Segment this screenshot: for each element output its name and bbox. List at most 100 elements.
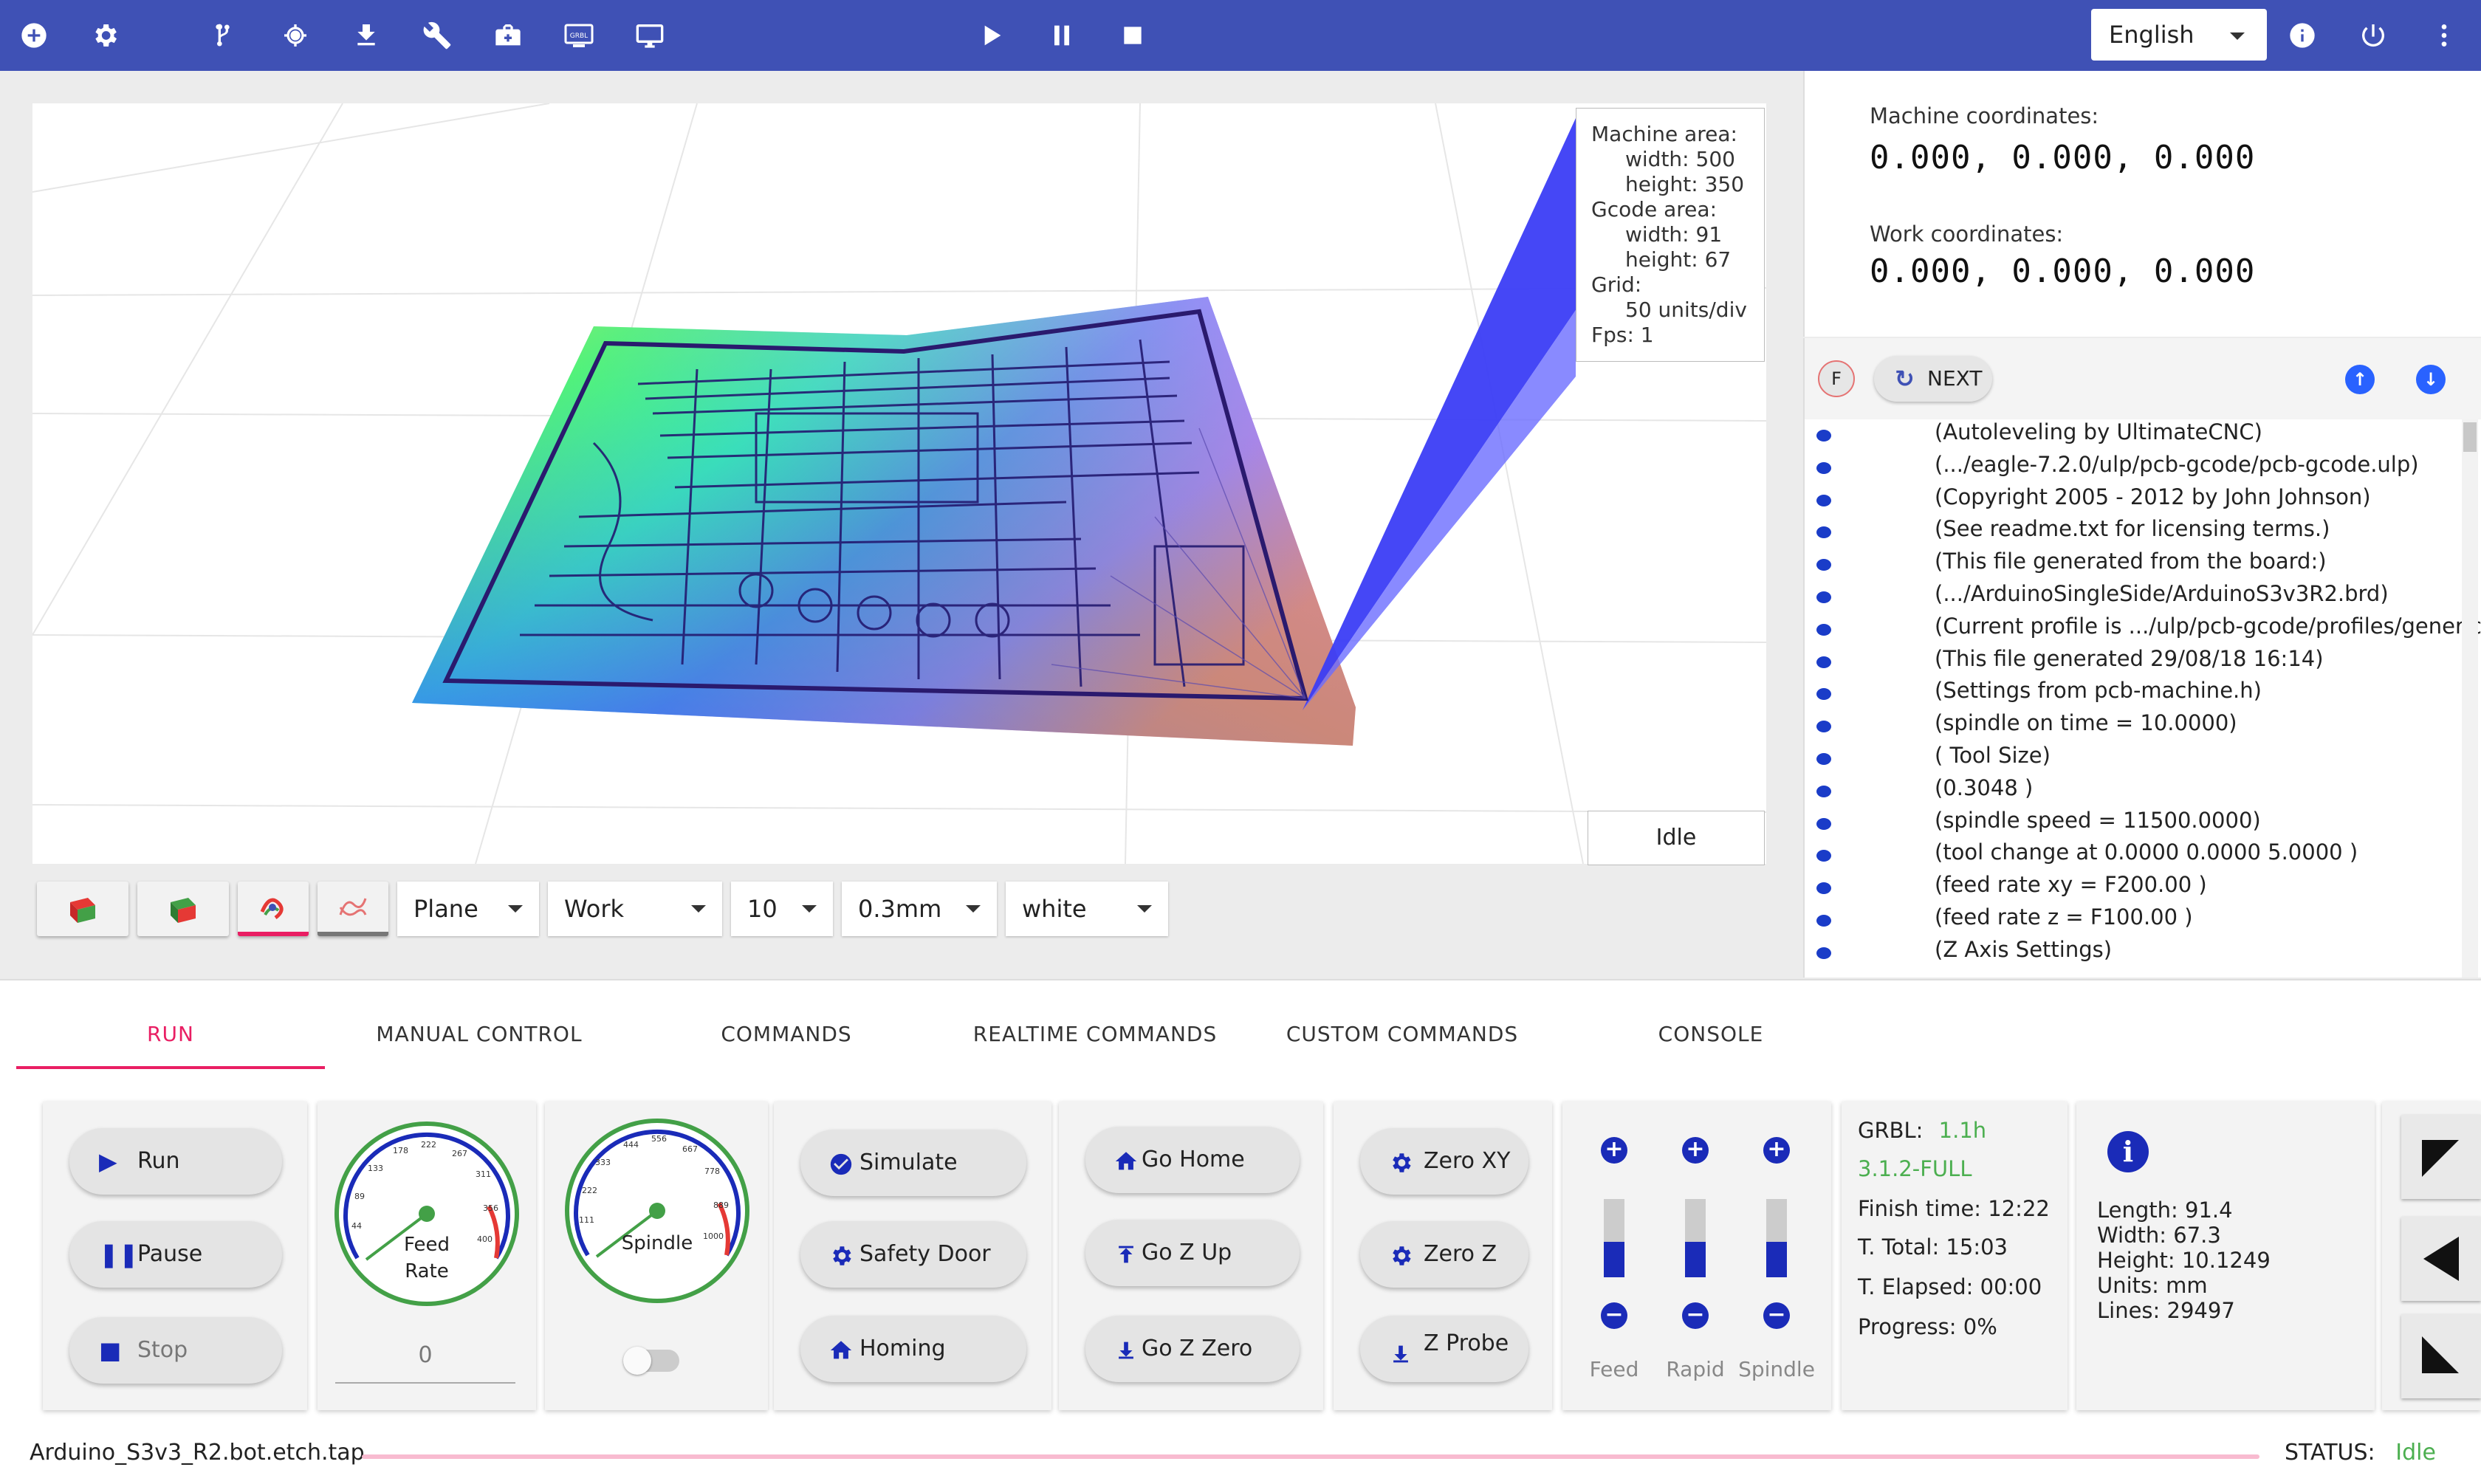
minus-icon[interactable]: − xyxy=(1682,1302,1709,1329)
gcode-line[interactable]: (Current profile is .../ulp/pcb-gcode/pr… xyxy=(1805,614,2481,646)
minus-icon[interactable]: − xyxy=(1601,1302,1627,1329)
z-probe-button[interactable]: Z Probe xyxy=(1360,1316,1528,1382)
gcode-line[interactable]: (See readme.txt for licensing terms.) xyxy=(1805,516,2481,549)
more-vert-icon[interactable] xyxy=(2426,18,2462,53)
plus-icon[interactable]: + xyxy=(1601,1137,1627,1164)
toggle-heightmap-button[interactable] xyxy=(238,882,309,936)
scrollbar-thumb[interactable] xyxy=(2463,422,2477,452)
gcode-line[interactable]: (spindle speed = 11500.0000) xyxy=(1805,808,2481,840)
gcode-line[interactable]: (tool change at 0.0000 0.0000 5.0000 ) xyxy=(1805,839,2481,872)
breakpoint-dot-icon[interactable] xyxy=(1816,850,1831,862)
gcode-line[interactable]: (feed rate xy = F200.00 ) xyxy=(1805,872,2481,904)
branch-icon[interactable] xyxy=(207,18,242,53)
gcode-line[interactable]: (Copyright 2005 - 2012 by John Johnson) xyxy=(1805,484,2481,517)
breakpoint-dot-icon[interactable] xyxy=(1816,430,1831,442)
breakpoint-dot-icon[interactable] xyxy=(1816,947,1831,959)
toggle-toolpath-button[interactable] xyxy=(318,882,388,936)
pause-button[interactable]: ❚❚ Pause xyxy=(69,1221,282,1288)
breakpoint-dot-icon[interactable] xyxy=(1816,623,1831,636)
go-home-button[interactable]: Go Home xyxy=(1085,1127,1300,1193)
gcode-scrollbar[interactable] xyxy=(2462,419,2478,978)
monitor-icon[interactable] xyxy=(632,18,668,53)
next-button[interactable]: ↻ NEXT xyxy=(1874,356,1992,402)
download-icon[interactable] xyxy=(349,18,384,53)
jog-left-button[interactable] xyxy=(2401,1217,2481,1301)
simulate-button[interactable]: Simulate xyxy=(800,1130,1026,1196)
tab-manual-control[interactable]: MANUAL CONTROL xyxy=(325,1022,634,1046)
gcode-line[interactable]: (Autoleveling by UltimateCNC) xyxy=(1805,419,2481,452)
stop-button[interactable]: ■ Stop xyxy=(69,1317,282,1384)
tab-console[interactable]: CONSOLE xyxy=(1557,1022,1865,1046)
gcode-3d-viewer[interactable] xyxy=(32,103,1766,864)
machine-coordinates-label: Machine coordinates: xyxy=(1870,103,2099,128)
zero-xy-button[interactable]: Zero XY xyxy=(1360,1128,1528,1195)
coordinate-system-select[interactable]: Work xyxy=(548,882,722,936)
crosshair-icon[interactable] xyxy=(278,18,313,53)
run-button[interactable]: ▶ Run xyxy=(69,1128,282,1195)
arrow-up-icon[interactable]: ↑ xyxy=(2345,365,2375,394)
plane-select[interactable]: Plane xyxy=(397,882,539,936)
gcode-line[interactable]: (spindle on time = 10.0000) xyxy=(1805,710,2481,743)
breakpoint-dot-icon[interactable] xyxy=(1816,817,1831,830)
tab-custom-commands[interactable]: CUSTOM COMMANDS xyxy=(1248,1022,1557,1046)
briefcase-icon[interactable] xyxy=(490,18,526,53)
jog-up-left-button[interactable] xyxy=(2401,1115,2481,1199)
safety-door-button[interactable]: Safety Door xyxy=(800,1221,1026,1288)
view-front-button[interactable] xyxy=(137,882,229,936)
tab-commands[interactable]: COMMANDS xyxy=(632,1022,941,1046)
background-color-select[interactable]: white xyxy=(1006,882,1168,936)
gcode-line[interactable]: (Settings from pcb-machine.h) xyxy=(1805,678,2481,710)
language-select[interactable]: English xyxy=(2091,9,2267,61)
breakpoint-dot-icon[interactable] xyxy=(1816,785,1831,797)
jog-down-left-button[interactable] xyxy=(2401,1314,2481,1398)
gcode-line[interactable]: (.../eagle-7.2.0/ulp/pcb-gcode/pcb-gcode… xyxy=(1805,452,2481,484)
grid-size-select[interactable]: 10 xyxy=(731,882,833,936)
gcode-line[interactable]: (0.3048 ) xyxy=(1805,775,2481,808)
arrow-down-icon[interactable]: ↓ xyxy=(2416,365,2446,394)
breakpoint-dot-icon[interactable] xyxy=(1816,591,1831,603)
gcode-line[interactable]: (.../ArduinoSingleSide/ArduinoS3v3R2.brd… xyxy=(1805,581,2481,614)
plus-icon[interactable]: + xyxy=(1763,1137,1790,1164)
breakpoint-dot-icon[interactable] xyxy=(1816,688,1831,701)
spindle-toggle[interactable] xyxy=(623,1347,679,1375)
grbl-icon[interactable]: GRBL xyxy=(561,18,597,53)
view-top-button[interactable] xyxy=(37,882,128,936)
breakpoint-dot-icon[interactable] xyxy=(1816,915,1831,927)
breakpoint-dot-icon[interactable] xyxy=(1816,526,1831,539)
follow-button[interactable]: F xyxy=(1818,360,1855,397)
tool-size-select[interactable]: 0.3mm xyxy=(842,882,997,936)
breakpoint-dot-icon[interactable] xyxy=(1816,721,1831,733)
gcode-line[interactable]: ( Tool Size) xyxy=(1805,743,2481,775)
add-circle-icon[interactable] xyxy=(16,18,52,53)
wrench-icon[interactable] xyxy=(419,18,455,53)
breakpoint-dot-icon[interactable] xyxy=(1816,656,1831,668)
breakpoint-dot-icon[interactable] xyxy=(1816,559,1831,571)
info-icon[interactable] xyxy=(2285,18,2320,53)
gcode-line[interactable]: (This file generated 29/08/18 16:14) xyxy=(1805,646,2481,679)
override-slider[interactable] xyxy=(1604,1199,1624,1277)
gcode-line[interactable]: (This file generated from the board:) xyxy=(1805,549,2481,581)
go-z-up-button[interactable]: Go Z Up xyxy=(1085,1220,1300,1286)
override-slider[interactable] xyxy=(1685,1199,1706,1277)
homing-button[interactable]: Homing xyxy=(800,1316,1026,1382)
feed-rate-input[interactable]: 0 xyxy=(335,1342,515,1384)
gcode-list[interactable]: (Autoleveling by UltimateCNC) (.../eagle-… xyxy=(1803,419,2481,978)
power-icon[interactable] xyxy=(2355,18,2391,53)
tab-run[interactable]: RUN xyxy=(16,1022,325,1046)
plus-icon[interactable]: + xyxy=(1682,1137,1709,1164)
play-icon[interactable] xyxy=(973,18,1009,53)
tab-realtime-commands[interactable]: REALTIME COMMANDS xyxy=(941,1022,1249,1046)
breakpoint-dot-icon[interactable] xyxy=(1816,753,1831,765)
breakpoint-dot-icon[interactable] xyxy=(1816,461,1831,474)
stop-icon[interactable] xyxy=(1115,18,1150,53)
breakpoint-dot-icon[interactable] xyxy=(1816,882,1831,895)
gear-icon[interactable] xyxy=(87,18,123,53)
breakpoint-dot-icon[interactable] xyxy=(1816,494,1831,506)
minus-icon[interactable]: − xyxy=(1763,1302,1790,1329)
gcode-line[interactable]: (Z Axis Settings) xyxy=(1805,937,2481,969)
override-slider[interactable] xyxy=(1766,1199,1787,1277)
go-z-zero-button[interactable]: Go Z Zero xyxy=(1085,1316,1300,1382)
gcode-line[interactable]: (feed rate z = F100.00 ) xyxy=(1805,904,2481,937)
zero-z-button[interactable]: Zero Z xyxy=(1360,1221,1528,1288)
pause-icon[interactable] xyxy=(1044,18,1080,53)
